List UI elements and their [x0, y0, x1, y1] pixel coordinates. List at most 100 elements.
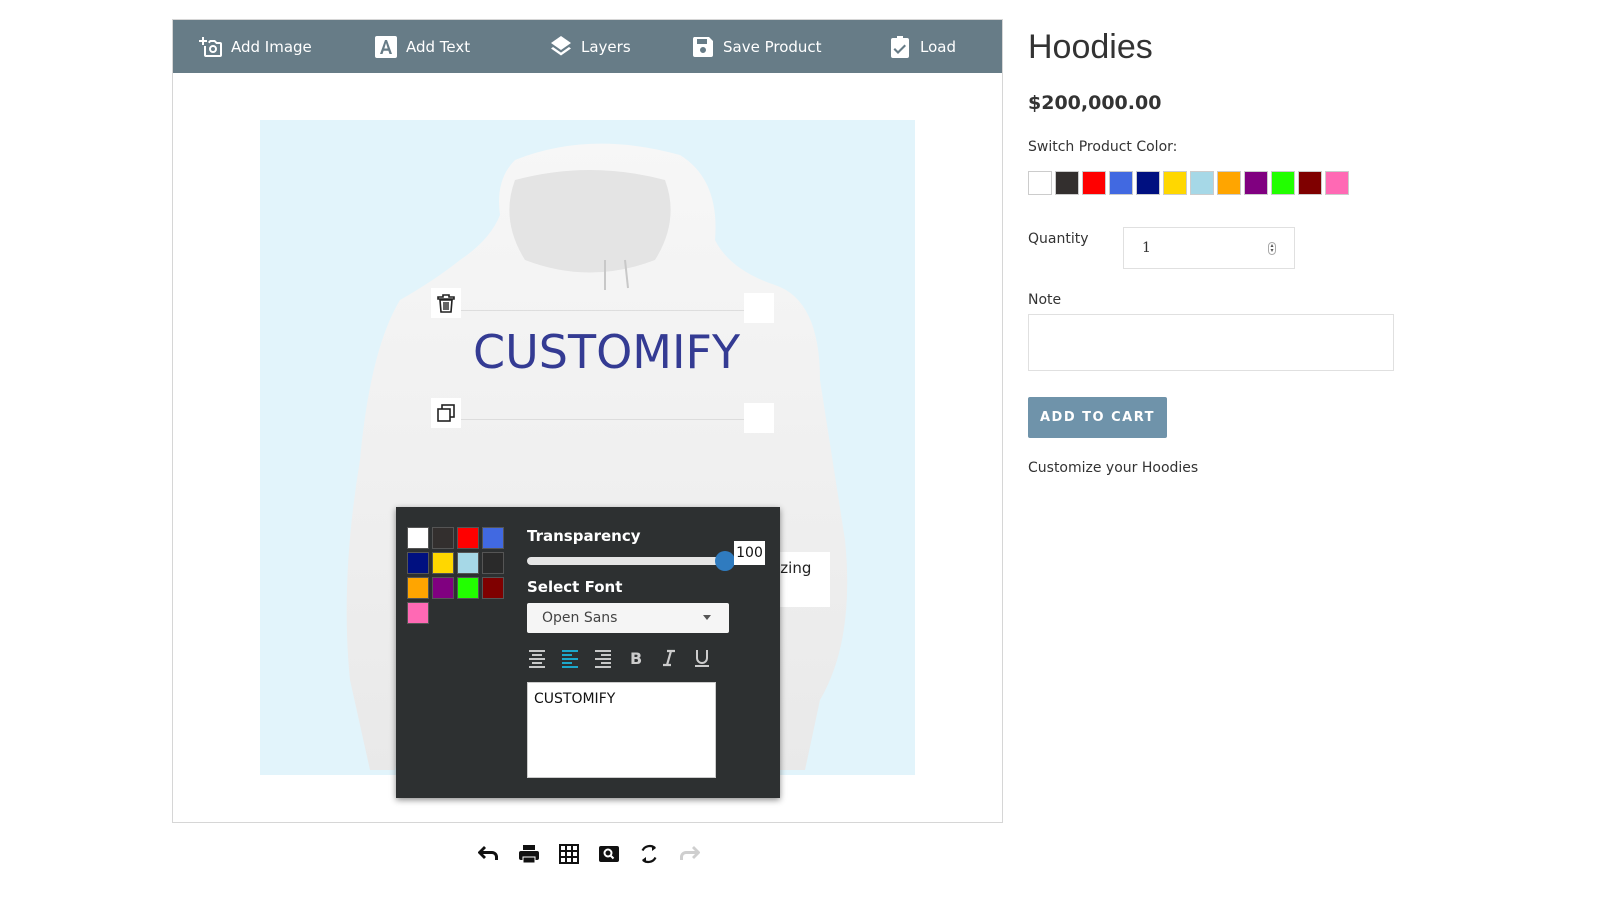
- note-field[interactable]: [1028, 314, 1394, 371]
- load-button[interactable]: Load: [888, 20, 956, 73]
- product-color-swatch[interactable]: [1325, 171, 1349, 195]
- add-text-button[interactable]: Add Text: [374, 20, 470, 73]
- product-designer: Add Image Add Text Layers Save Product L…: [172, 19, 1003, 823]
- design-text-input[interactable]: CUSTOMIFY: [527, 682, 716, 778]
- product-color-swatch[interactable]: [1028, 171, 1052, 195]
- transparency-label: Transparency: [527, 527, 641, 545]
- product-color-swatches: [1028, 171, 1349, 195]
- zoom-icon: [599, 846, 619, 862]
- designer-toolbar: Add Image Add Text Layers Save Product L…: [173, 20, 1002, 73]
- refresh-icon: [641, 844, 657, 864]
- product-color-swatch[interactable]: [1136, 171, 1160, 195]
- quantity-label: Quantity: [1028, 231, 1089, 247]
- text-color-swatch[interactable]: [432, 577, 454, 599]
- align-left-button[interactable]: [560, 648, 580, 668]
- product-color-swatch[interactable]: [1271, 171, 1295, 195]
- text-color-swatch[interactable]: [457, 577, 479, 599]
- canvas-tools: [478, 843, 700, 865]
- product-color-swatch[interactable]: [1298, 171, 1322, 195]
- text-color-swatch[interactable]: [457, 527, 479, 549]
- product-color-swatch[interactable]: [1190, 171, 1214, 195]
- print-icon: [519, 845, 539, 864]
- rotate-handle[interactable]: [744, 293, 774, 323]
- layers-button[interactable]: Layers: [549, 20, 631, 73]
- text-color-swatch[interactable]: [457, 552, 479, 574]
- text-color-swatch[interactable]: [482, 552, 504, 574]
- text-color-swatch[interactable]: [432, 527, 454, 549]
- styling-panel: Transparency 100 Select Font Open Sans B: [396, 507, 780, 798]
- product-price: $200,000.00: [1028, 92, 1162, 114]
- align-center-button[interactable]: [527, 648, 547, 668]
- layers-label: Layers: [581, 37, 631, 56]
- svg-text:B: B: [630, 649, 642, 668]
- grid-button[interactable]: [558, 843, 580, 865]
- trash-icon: [437, 294, 455, 313]
- text-color-swatch[interactable]: [482, 577, 504, 599]
- zoom-button[interactable]: [598, 843, 620, 865]
- redo-button[interactable]: [678, 843, 700, 865]
- bold-icon: B: [630, 649, 642, 668]
- add-to-cart-button[interactable]: ADD TO CART: [1028, 397, 1167, 438]
- text-box-icon: [375, 35, 397, 58]
- text-format-toolbar: B: [527, 648, 712, 668]
- product-color-swatch[interactable]: [1055, 171, 1079, 195]
- bold-button[interactable]: B: [626, 648, 646, 668]
- underline-icon: [695, 650, 709, 667]
- text-color-swatches: [407, 527, 507, 624]
- font-select[interactable]: Open Sans: [527, 603, 729, 633]
- add-text-label: Add Text: [406, 37, 471, 56]
- layers-icon: [551, 35, 571, 55]
- save-icon: [692, 36, 713, 57]
- align-center-icon: [529, 650, 545, 668]
- transparency-slider-knob[interactable]: [715, 551, 735, 571]
- redo-icon: [680, 846, 700, 860]
- product-color-swatch[interactable]: [1163, 171, 1187, 195]
- quantity-value: 1: [1142, 240, 1151, 256]
- load-label: Load: [920, 37, 956, 56]
- text-color-swatch[interactable]: [407, 552, 429, 574]
- text-color-swatch[interactable]: [407, 602, 429, 624]
- text-color-swatch[interactable]: [482, 527, 504, 549]
- add-photo-icon: [199, 36, 222, 57]
- product-color-swatch[interactable]: [1082, 171, 1106, 195]
- quantity-stepper[interactable]: 1 ▴ ▾: [1123, 227, 1295, 269]
- product-description: Customize your Hoodies: [1028, 460, 1199, 476]
- clipboard-check-icon: [891, 35, 909, 58]
- product-details: Hoodies $200,000.00 Switch Product Color…: [1028, 28, 1428, 476]
- product-color-swatch[interactable]: [1109, 171, 1133, 195]
- print-button[interactable]: [518, 843, 540, 865]
- undo-icon: [478, 846, 498, 860]
- copy-icon: [437, 404, 455, 422]
- design-text[interactable]: CUSTOMIFY: [473, 325, 740, 379]
- product-title: Hoodies: [1028, 28, 1153, 66]
- add-image-button[interactable]: Add Image: [199, 20, 312, 73]
- grid-icon: [559, 844, 579, 864]
- underline-button[interactable]: [692, 648, 712, 668]
- reset-button[interactable]: [638, 843, 660, 865]
- note-label: Note: [1028, 292, 1062, 308]
- undo-button[interactable]: [478, 843, 500, 865]
- italic-icon: [663, 649, 675, 667]
- align-right-button[interactable]: [593, 648, 613, 668]
- add-image-label: Add Image: [231, 37, 312, 56]
- chevron-down-icon: [703, 615, 711, 620]
- product-color-swatch[interactable]: [1244, 171, 1268, 195]
- save-product-button[interactable]: Save Product: [691, 20, 822, 73]
- align-left-icon: [562, 650, 578, 668]
- text-color-swatch[interactable]: [407, 527, 429, 549]
- text-color-swatch[interactable]: [432, 552, 454, 574]
- duplicate-object-button[interactable]: [431, 398, 461, 428]
- transparency-value[interactable]: 100: [734, 541, 765, 565]
- product-color-swatch[interactable]: [1217, 171, 1241, 195]
- text-color-swatch[interactable]: [407, 577, 429, 599]
- delete-object-button[interactable]: [431, 288, 461, 318]
- font-select-value: Open Sans: [542, 610, 618, 626]
- resize-handle[interactable]: [744, 403, 774, 433]
- italic-button[interactable]: [659, 648, 679, 668]
- align-right-icon: [595, 650, 611, 668]
- spinner-icon[interactable]: ▴ ▾: [1268, 242, 1276, 255]
- save-product-label: Save Product: [723, 37, 822, 56]
- transparency-slider[interactable]: [527, 551, 735, 571]
- product-color-label: Switch Product Color:: [1028, 139, 1178, 155]
- select-font-label: Select Font: [527, 578, 623, 596]
